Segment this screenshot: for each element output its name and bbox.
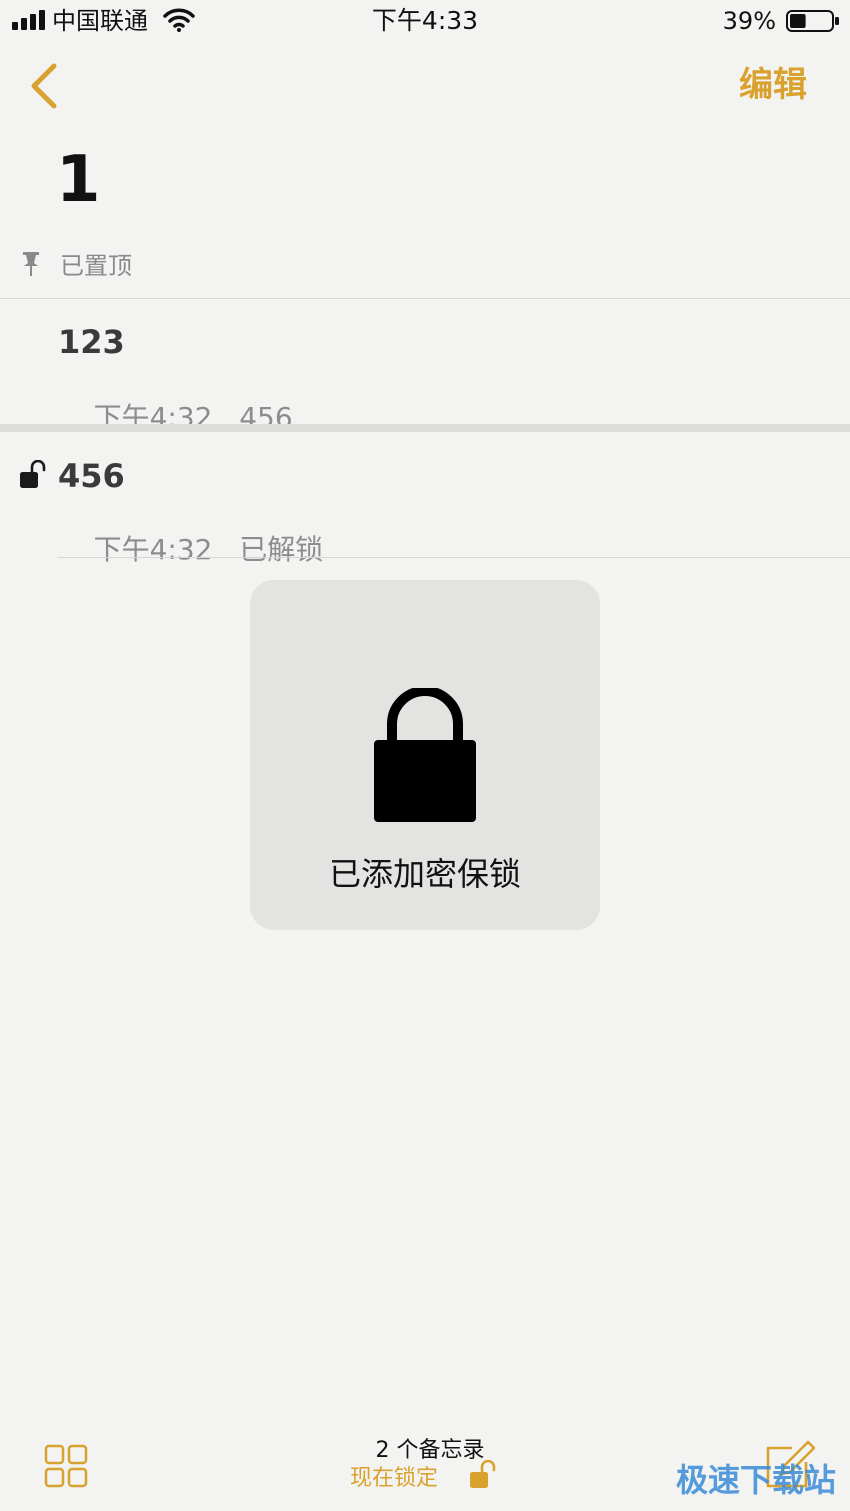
note-item-456[interactable]: 456 下午4:32 已解锁 (0, 432, 850, 566)
battery-percent: 39% (722, 7, 776, 35)
back-button[interactable] (24, 58, 68, 114)
battery-icon (786, 10, 839, 32)
note-time: 下午4:32 (93, 533, 213, 566)
section-separator (0, 424, 850, 432)
note-preview: 已解锁 (239, 533, 324, 566)
note-spacer (213, 533, 240, 566)
note-title: 456 (58, 457, 125, 495)
note-count: 2 个备忘录 (375, 1438, 485, 1463)
padlock-icon (374, 688, 476, 822)
watermark-text: 极速下载站 (676, 1461, 837, 1499)
status-bar: 中国联通 下午4:33 39% (0, 0, 850, 44)
unlocked-padlock-icon[interactable] (468, 1460, 496, 1490)
folder-title: 1 (56, 143, 101, 217)
note-title: 123 (58, 323, 125, 361)
folders-button[interactable] (44, 1444, 88, 1488)
hud-label: 已添加密保锁 (328, 855, 521, 893)
pin-icon (23, 252, 39, 276)
divider (58, 557, 850, 558)
chevron-left-icon (31, 63, 57, 109)
grid-icon (44, 1444, 88, 1488)
note-item-123[interactable]: 123 下午4:32 456 (0, 300, 850, 434)
edit-button[interactable]: 编辑 (728, 62, 818, 108)
unlocked-padlock-icon (20, 460, 46, 488)
lock-now-button[interactable]: 现在锁定 (350, 1464, 438, 1494)
pinned-label: 已置顶 (60, 252, 132, 280)
divider (0, 298, 850, 299)
